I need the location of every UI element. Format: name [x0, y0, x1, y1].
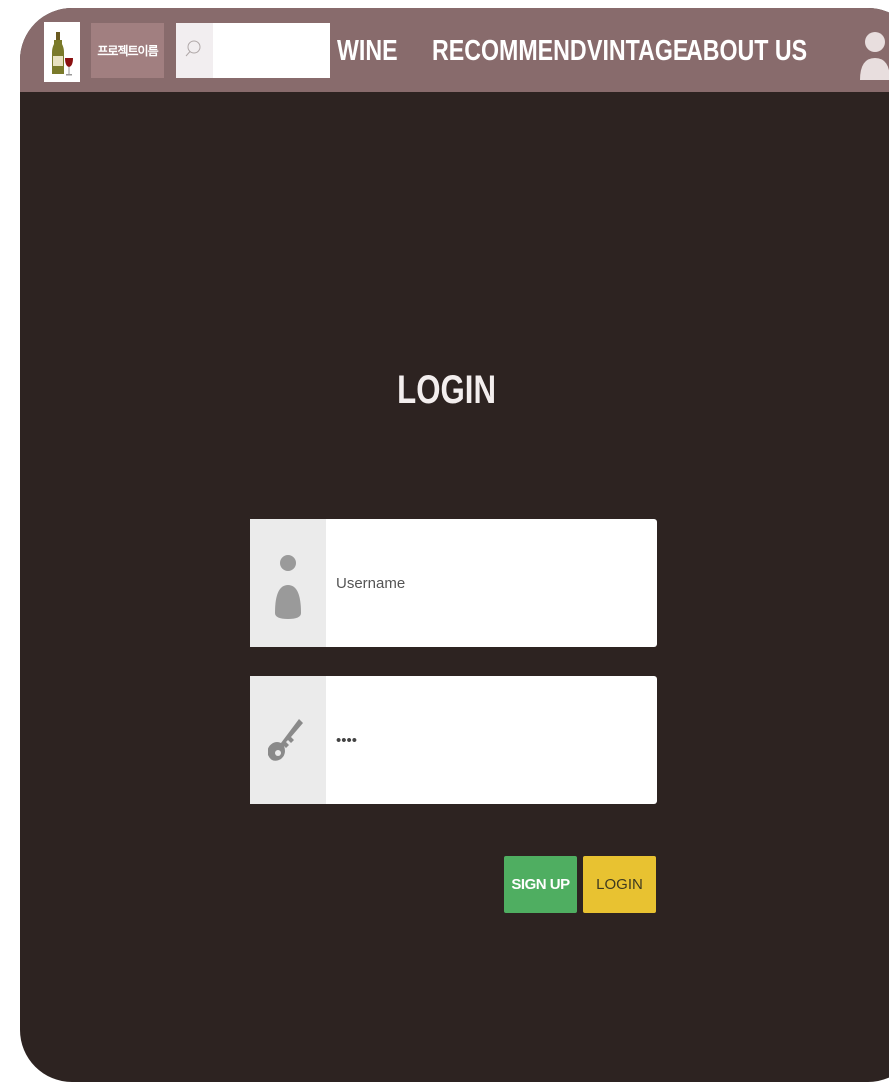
password-field — [250, 676, 657, 804]
nav-about-us[interactable]: ABOUT US — [686, 34, 807, 68]
password-input[interactable] — [326, 676, 657, 804]
app-frame: 프로젝트이름 WINE RECOMMEND VINTAGE ABOUT US L… — [20, 8, 889, 1082]
login-button[interactable]: LOGIN — [583, 856, 656, 913]
username-icon-box — [250, 519, 326, 647]
search-icon — [185, 40, 201, 57]
project-name[interactable]: 프로젝트이름 — [91, 23, 164, 78]
search-input[interactable] — [213, 23, 330, 78]
nav-wine[interactable]: WINE — [337, 34, 398, 68]
password-icon-box — [250, 676, 326, 804]
logo[interactable] — [44, 22, 80, 82]
login-title: LOGIN — [397, 368, 496, 412]
sign-up-button[interactable]: SIGN UP — [504, 856, 577, 913]
top-navigation-bar: 프로젝트이름 WINE RECOMMEND VINTAGE ABOUT US — [20, 8, 889, 92]
key-icon — [268, 719, 303, 761]
nav-vintage[interactable]: VINTAGE — [587, 34, 688, 68]
username-field — [250, 519, 657, 647]
user-icon[interactable] — [860, 24, 889, 80]
search-icon-box[interactable] — [176, 23, 213, 78]
username-input[interactable] — [326, 519, 657, 647]
user-icon — [275, 555, 301, 619]
wine-bottle-glass-icon — [52, 32, 73, 76]
nav-recommend[interactable]: RECOMMEND — [432, 34, 587, 68]
